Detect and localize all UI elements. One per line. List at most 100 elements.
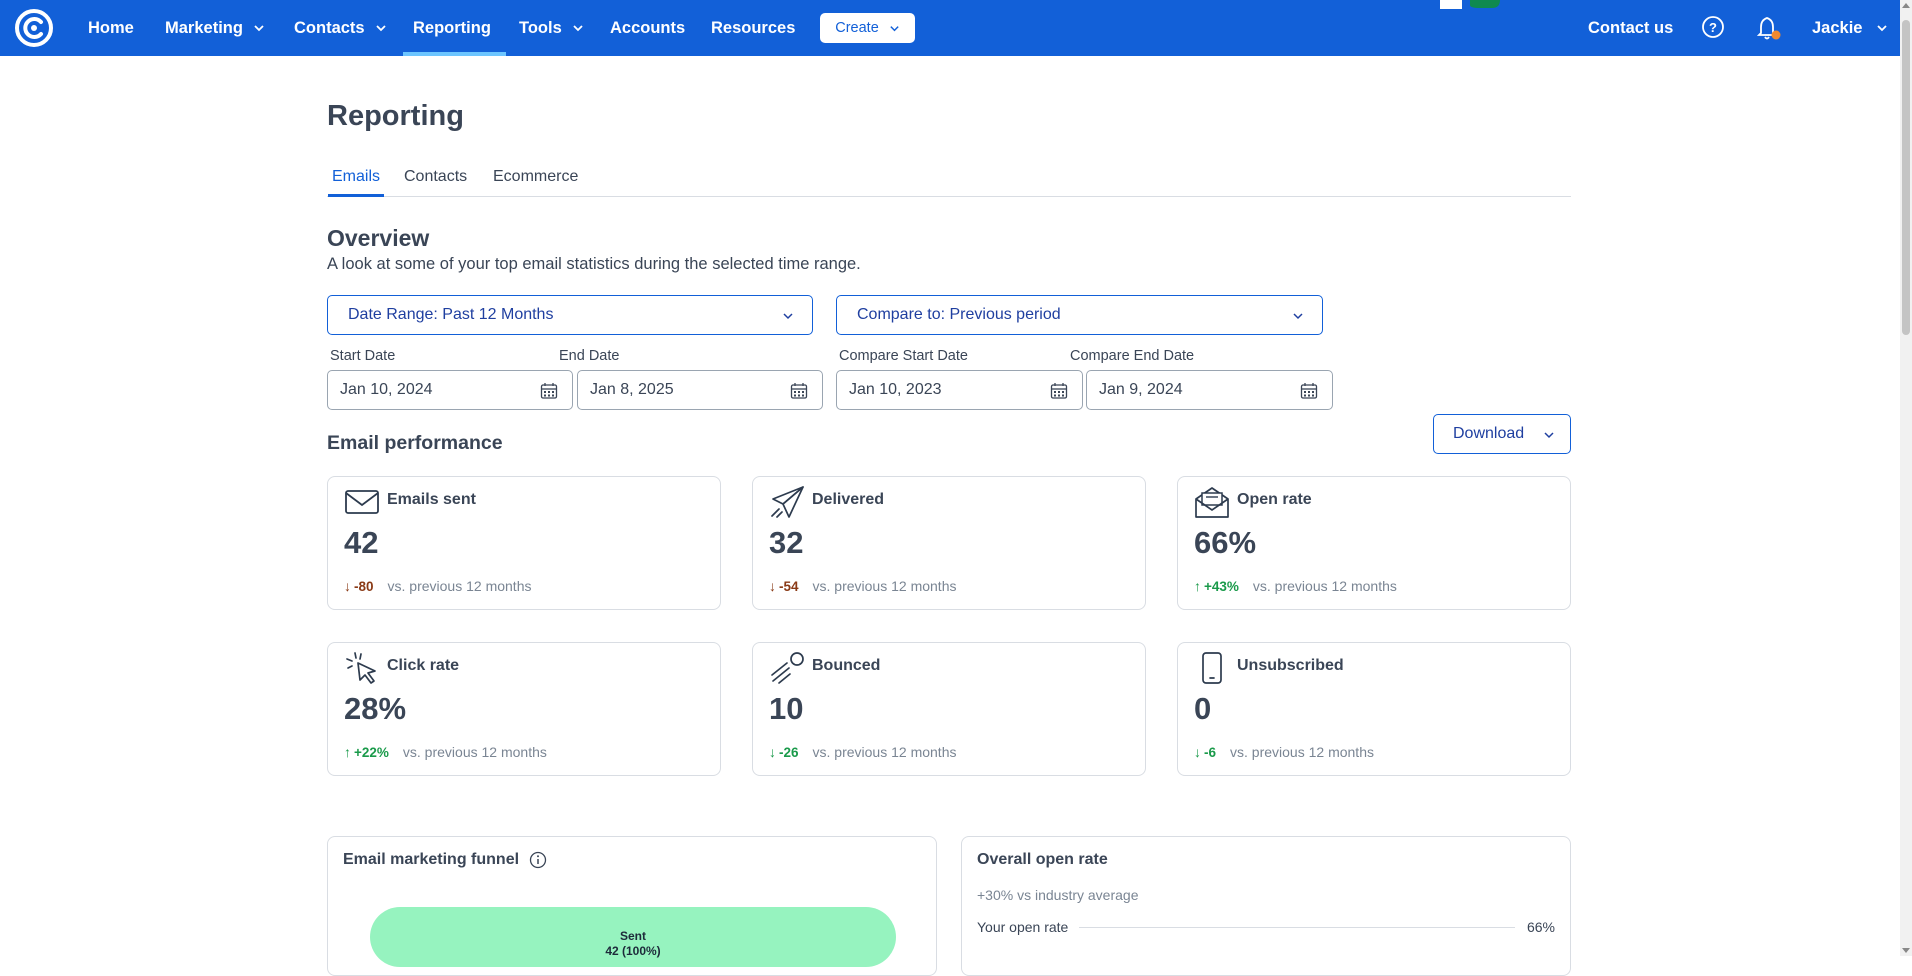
metric-card-unsubscribed: Unsubscribed 0 ↓ -6 vs. previous 12 mont…: [1177, 642, 1571, 776]
tab-contacts[interactable]: Contacts: [404, 168, 467, 197]
funnel-bar-label: Sent: [619, 929, 646, 943]
metric-card-emails-sent: Emails sent 42 ↓ -80 vs. previous 12 mon…: [327, 476, 721, 610]
start-date-field[interactable]: Jan 10, 2024: [327, 370, 573, 410]
metric-delta: ↓ -26 vs. previous 12 months: [769, 744, 956, 760]
metric-card-click-rate: Click rate 28% ↑ +22% vs. previous 12 mo…: [327, 642, 721, 776]
funnel-sent-bar[interactable]: Sent 42 (100%): [370, 907, 896, 967]
start-date-label: Start Date: [330, 348, 396, 364]
chevron-down-icon: [1293, 313, 1303, 320]
funnel-title-text: Email marketing funnel: [343, 851, 520, 868]
nav-item-label: Home: [88, 18, 134, 37]
nav-item-marketing[interactable]: Marketing: [165, 0, 265, 56]
end-date-field[interactable]: Jan 8, 2025: [577, 370, 823, 410]
metric-value: 10: [769, 691, 804, 726]
nav-item-label: Marketing: [165, 18, 243, 37]
metric-title: Delivered: [812, 491, 885, 508]
open-rate-row-label: Your open rate: [977, 919, 1069, 935]
metric-title: Unsubscribed: [1237, 657, 1344, 674]
metric-delta-value: -26: [779, 744, 799, 760]
nav-item-home[interactable]: Home: [88, 0, 134, 56]
user-menu[interactable]: Jackie: [1812, 0, 1888, 56]
svg-text:?: ?: [1709, 20, 1717, 35]
metric-delta: ↓ -6 vs. previous 12 months: [1194, 744, 1374, 760]
calendar-icon[interactable]: [540, 382, 558, 400]
overall-open-rate-panel: Overall open rate +30% vs industry avera…: [961, 836, 1571, 976]
email-marketing-funnel-panel: Email marketing funnel Sent 42 (100%): [327, 836, 937, 976]
nav-item-accounts[interactable]: Accounts: [610, 0, 685, 56]
chevron-down-icon: [890, 25, 899, 31]
page-title: Reporting: [327, 100, 464, 132]
create-button[interactable]: Create: [820, 13, 915, 43]
nav-item-label: Tools: [519, 18, 562, 37]
open-envelope-icon: [1195, 487, 1229, 518]
nav-item-reporting[interactable]: Reporting: [403, 0, 506, 56]
scroll-up-arrow-icon[interactable]: [1902, 3, 1910, 8]
contact-us-link[interactable]: Contact us: [1588, 0, 1673, 56]
funnel-bar-text: Sent 42 (100%): [370, 929, 896, 959]
calendar-icon[interactable]: [790, 382, 808, 400]
top-navigation-bar: Home Marketing Contacts Reporting Tools …: [0, 0, 1900, 56]
metric-compare-text: vs. previous 12 months: [812, 578, 957, 594]
calendar-icon[interactable]: [1300, 382, 1318, 400]
metric-card-bounced: Bounced 10 ↓ -26 vs. previous 12 months: [752, 642, 1146, 776]
download-button[interactable]: Download: [1433, 414, 1571, 454]
nav-item-label: Reporting: [413, 18, 491, 37]
arrow-up-icon: ↑: [1194, 578, 1201, 594]
compare-to-value: Compare to: Previous period: [857, 306, 1061, 323]
arrow-down-icon: ↓: [769, 744, 776, 760]
chevron-down-icon: [254, 25, 264, 32]
funnel-bar-value: 42 (100%): [605, 944, 661, 958]
compare-start-date-label: Compare Start Date: [839, 348, 968, 364]
nav-item-tools[interactable]: Tools: [519, 0, 584, 56]
arrow-down-icon: ↓: [344, 578, 351, 594]
nav-item-resources[interactable]: Resources: [711, 0, 795, 56]
metric-compare-text: vs. previous 12 months: [1230, 744, 1374, 760]
overview-heading: Overview: [327, 225, 430, 251]
email-performance-heading: Email performance: [327, 432, 503, 454]
metric-title: Bounced: [812, 657, 881, 674]
nav-item-label: Contacts: [294, 18, 365, 37]
partial-green-logo-icon: [1440, 0, 1500, 9]
tab-ecommerce[interactable]: Ecommerce: [493, 168, 578, 197]
cursor-click-icon: [346, 652, 376, 684]
compare-end-date-field[interactable]: Jan 9, 2024: [1086, 370, 1333, 410]
end-date-value: Jan 8, 2025: [590, 381, 674, 398]
scroll-down-arrow-icon[interactable]: [1902, 948, 1910, 953]
bell-icon[interactable]: [1757, 14, 1783, 42]
compare-end-date-value: Jan 9, 2024: [1099, 381, 1183, 398]
open-rate-row-value: 66%: [1526, 919, 1555, 935]
metric-delta-value: -54: [779, 578, 799, 594]
info-icon[interactable]: [529, 851, 547, 869]
date-range-value: Date Range: Past 12 Months: [348, 306, 554, 323]
metric-delta: ↑ +43% vs. previous 12 months: [1194, 578, 1397, 594]
metric-delta-value: +22%: [354, 744, 389, 760]
user-name: Jackie: [1812, 18, 1863, 37]
metric-value: 28%: [344, 691, 407, 726]
arrow-up-icon: ↑: [344, 744, 351, 760]
metric-card-open-rate: Open rate 66% ↑ +43% vs. previous 12 mon…: [1177, 476, 1571, 610]
metric-compare-text: vs. previous 12 months: [402, 744, 547, 760]
metric-delta: ↓ -54 vs. previous 12 months: [769, 578, 956, 594]
date-range-select[interactable]: Date Range: Past 12 Months: [327, 295, 813, 335]
metric-delta: ↑ +22% vs. previous 12 months: [344, 744, 547, 760]
metric-value: 42: [344, 525, 379, 560]
compare-start-date-field[interactable]: Jan 10, 2023: [836, 370, 1083, 410]
metric-delta-value: +43%: [1204, 578, 1239, 594]
calendar-icon[interactable]: [1050, 382, 1068, 400]
scrollbar-thumb[interactable]: [1902, 20, 1910, 335]
help-icon[interactable]: ?: [1701, 15, 1725, 39]
constant-contact-logo-icon[interactable]: [14, 8, 54, 48]
chevron-down-icon: [783, 313, 793, 320]
chevron-down-icon: [1877, 25, 1888, 32]
tab-emails[interactable]: Emails: [327, 168, 385, 197]
envelope-icon: [345, 490, 379, 514]
compare-to-select[interactable]: Compare to: Previous period: [836, 295, 1323, 335]
compare-start-date-value: Jan 10, 2023: [849, 381, 942, 398]
your-open-rate-row: Your open rate 66%: [977, 919, 1555, 935]
mobile-icon: [1202, 652, 1222, 684]
vertical-scrollbar[interactable]: [1900, 0, 1912, 956]
create-button-label: Create: [835, 20, 879, 36]
nav-item-contacts[interactable]: Contacts: [294, 0, 387, 56]
arrow-down-icon: ↓: [1194, 744, 1201, 760]
end-date-label: End Date: [559, 348, 620, 364]
